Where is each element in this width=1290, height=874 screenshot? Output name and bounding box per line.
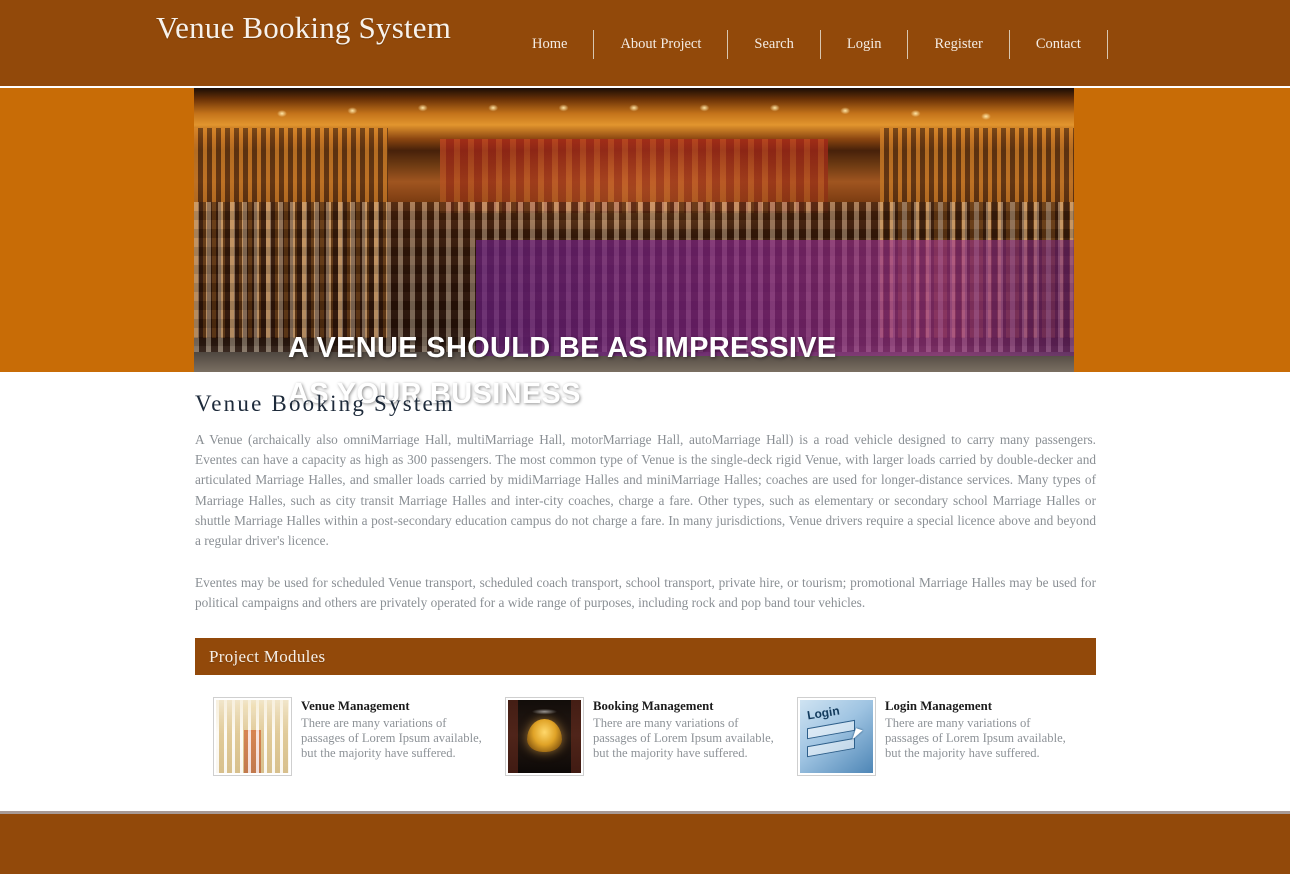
banner-headline-line-1: A VENUE SHOULD BE AS IMPRESSIVE [288, 332, 837, 364]
module-description: There are many variations of passages of… [885, 715, 1066, 761]
venue-management-thumbnail [213, 696, 292, 776]
module-title: Booking Management [593, 698, 714, 713]
banquet-hall-icon [216, 699, 289, 773]
nav-item-search[interactable]: Search [728, 30, 821, 59]
module-card-login-management[interactable]: Login Login Management There are many va… [797, 696, 1089, 776]
nav-item-login[interactable]: Login [821, 30, 909, 59]
login-thumb-caption: Login [805, 703, 841, 723]
page-title: Venue Booking System [195, 391, 455, 416]
main-navigation: Home About Project Search Login Register… [510, 30, 1108, 59]
site-brand-title: Venue Booking System [156, 10, 452, 45]
module-text-block: Venue Management There are many variatio… [301, 697, 483, 762]
nav-item-home[interactable]: Home [510, 30, 595, 59]
project-modules-list: Venue Management There are many variatio… [195, 696, 1096, 776]
nav-item-about-project[interactable]: About Project [594, 30, 729, 59]
module-description: There are many variations of passages of… [593, 715, 774, 761]
login-management-thumbnail: Login [797, 696, 876, 776]
nav-item-contact[interactable]: Contact [1010, 30, 1108, 59]
module-card-venue-management[interactable]: Venue Management There are many variatio… [213, 696, 505, 776]
module-text-block: Booking Management There are many variat… [593, 697, 775, 762]
login-thumb-field-password [807, 737, 856, 758]
module-title: Login Management [885, 698, 992, 713]
site-footer [0, 811, 1290, 874]
site-header: Venue Booking System Home About Project … [0, 0, 1290, 86]
cursor-arrow-icon [852, 728, 864, 742]
module-description: There are many variations of passages of… [301, 715, 482, 761]
project-modules-section-header: Project Modules [195, 637, 1096, 675]
main-content: Venue Booking System A Venue (archaicall… [195, 390, 1096, 776]
module-card-booking-management[interactable]: Booking Management There are many variat… [505, 696, 797, 776]
booking-management-thumbnail [505, 696, 584, 776]
login-form-icon: Login [800, 699, 873, 773]
intro-paragraph-2: Eventes may be used for scheduled Venue … [195, 575, 1096, 611]
nav-item-register[interactable]: Register [908, 30, 1010, 59]
venue-entrance-icon [508, 699, 581, 773]
module-title: Venue Management [301, 698, 410, 713]
intro-paragraph-1: A Venue (archaically also omniMarriage H… [195, 432, 1096, 549]
banner-band: A VENUE SHOULD BE AS IMPRESSIVE AS YOUR … [0, 88, 1290, 410]
module-text-block: Login Management There are many variatio… [885, 697, 1067, 762]
login-thumb-field-username [807, 720, 856, 740]
